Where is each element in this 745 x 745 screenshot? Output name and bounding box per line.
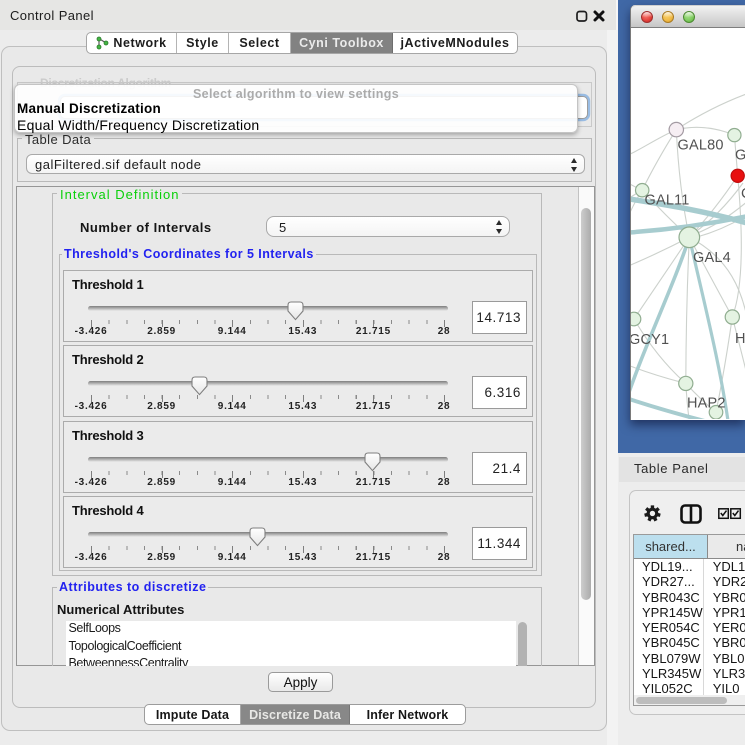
svg-text:GCY1: GCY1 <box>631 332 669 348</box>
svg-text:HAP2: HAP2 <box>687 396 726 412</box>
svg-text:GAL80: GAL80 <box>678 138 724 154</box>
svg-text:GAL11: GAL11 <box>645 193 690 209</box>
svg-text:H: H <box>735 331 745 347</box>
svg-text:GA: GA <box>735 148 745 164</box>
svg-text:GAL4: GAL4 <box>693 250 731 266</box>
svg-text:C: C <box>741 186 745 202</box>
